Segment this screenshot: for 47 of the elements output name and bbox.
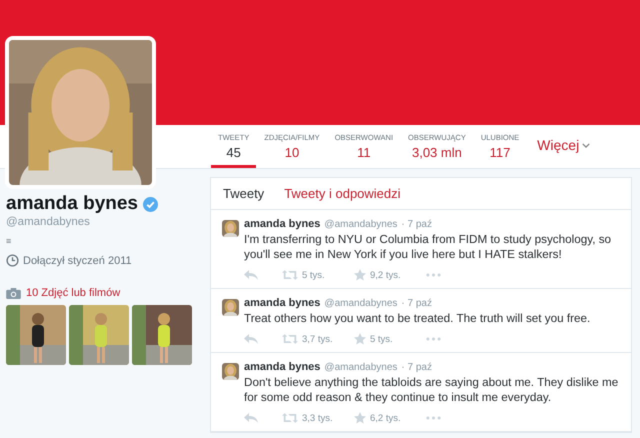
more-icon[interactable] — [426, 337, 441, 341]
tweet-time[interactable]: · 7 paź — [401, 362, 432, 373]
tweet-author-name[interactable]: amanda bynes — [244, 218, 320, 230]
media-thumbnail[interactable] — [69, 305, 129, 365]
retweet-icon[interactable] — [282, 413, 298, 423]
more-icon[interactable] — [426, 416, 441, 420]
favorite-count: 5 tys. — [370, 334, 393, 344]
tweet-time[interactable]: · 7 paź — [401, 298, 432, 309]
tweet-author-name[interactable]: amanda bynes — [244, 297, 320, 309]
star-icon[interactable] — [354, 412, 366, 424]
favorite-count: 6,2 tys. — [370, 412, 401, 424]
tweet-avatar[interactable] — [222, 299, 239, 316]
retweet-count: 3,7 tys. — [302, 334, 333, 344]
timeline-tab[interactable]: Tweety — [223, 186, 264, 201]
media-thumbnail[interactable] — [132, 305, 192, 365]
clock-icon — [6, 254, 19, 267]
reply-icon[interactable] — [244, 413, 258, 423]
caret-icon — [582, 142, 590, 148]
camera-icon — [6, 288, 21, 298]
tweet-author-handle: @amandabynes — [324, 219, 398, 230]
reply-icon[interactable] — [244, 334, 258, 344]
more-button[interactable]: Więcej — [527, 125, 590, 155]
profile-handle: @amandabynes — [6, 216, 91, 228]
profile-bio: ≡ — [6, 236, 12, 246]
tweet-text: I'm transferring to NYU or Columbia from FIDM to study psychology, so you'll see me in New York if you live here but I HATE stalkers! — [244, 232, 612, 262]
tweet-text: Don't believe anything the tabloids are saying about me. They dislike me for some odd reason & they continue to insult me everyday. — [244, 375, 620, 405]
tweet-time[interactable]: · 7 paź — [401, 219, 432, 230]
tweet-author-handle: @amandabynes — [324, 298, 398, 309]
timeline-tab[interactable]: Tweety i odpowiedzi — [284, 186, 401, 201]
tweet-author-handle: @amandabynes — [324, 362, 398, 373]
joined-date: Dołączył styczeń 2011 — [23, 254, 132, 266]
retweet-count: 3,3 tys. — [302, 412, 333, 424]
star-icon[interactable] — [354, 269, 366, 281]
media-link[interactable]: 10 Zdjęć lub filmów — [26, 287, 120, 299]
star-icon[interactable] — [354, 333, 366, 345]
reply-icon[interactable] — [244, 270, 258, 280]
tweet-avatar[interactable] — [222, 220, 239, 237]
profile-name: amanda bynes — [6, 193, 138, 215]
tweet-avatar[interactable] — [222, 363, 239, 380]
tweet-author-name[interactable]: amanda bynes — [244, 361, 320, 373]
retweet-count: 5 tys. — [302, 270, 325, 280]
retweet-icon[interactable] — [282, 270, 298, 280]
media-thumbnail[interactable] — [6, 305, 66, 365]
tweet-text: Treat others how you want to be treated. The truth will set you free. — [244, 311, 592, 326]
retweet-icon[interactable] — [282, 334, 298, 344]
favorite-count: 9,2 tys. — [370, 270, 401, 280]
more-icon[interactable] — [426, 273, 441, 277]
